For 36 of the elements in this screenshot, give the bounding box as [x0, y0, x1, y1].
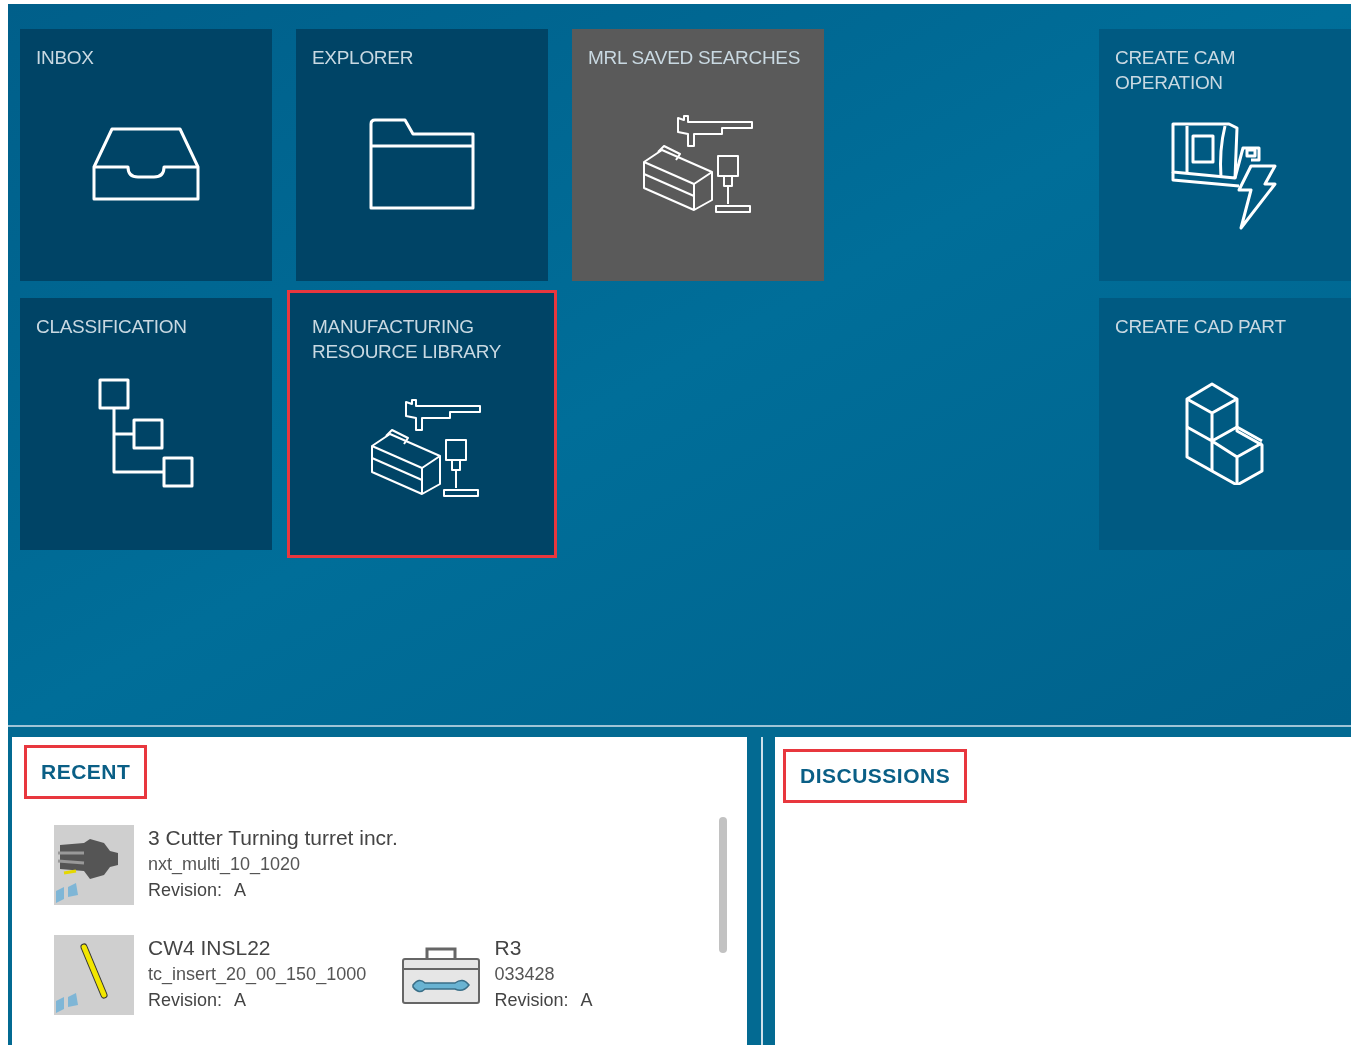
tile-label: CREATE CAM OPERATION [1115, 46, 1237, 95]
revision-label: Revision: [494, 988, 569, 1012]
revision-value: A [580, 988, 593, 1012]
item-title[interactable]: 3 Cutter Turning turret incr. [148, 824, 398, 851]
cubes-icon [1185, 380, 1265, 485]
tile-label: CREATE CAD PART [1115, 315, 1286, 339]
item-id: nxt_multi_10_1020 [148, 852, 302, 877]
tile-label: MRL SAVED SEARCHES [588, 46, 801, 70]
tile-label: EXPLORER [312, 46, 414, 70]
item-title[interactable]: R3 [494, 934, 593, 961]
revision-label: Revision: [148, 988, 223, 1012]
item-id: 033428 [494, 962, 556, 986]
tile-label: CLASSIFICATION [36, 315, 187, 339]
turret-thumbnail-icon [54, 824, 134, 905]
app-tile[interactable]: CREATE CAD PART [1099, 298, 1351, 550]
folder-icon [369, 117, 475, 210]
app-tile[interactable]: MRL SAVED SEARCHES [572, 29, 824, 281]
insert-thumbnail-icon [54, 934, 134, 1015]
app-tile[interactable]: INBOX [20, 29, 272, 281]
panel-heading: DISCUSSIONS [783, 749, 968, 803]
scrollbar[interactable] [719, 817, 727, 953]
app-tile[interactable]: EXPLORER [296, 29, 548, 281]
app-tile[interactable]: CREATE CAM OPERATION [1099, 29, 1351, 281]
revision-value: A [234, 988, 247, 1012]
revision-value: A [234, 878, 247, 902]
revision-label: Revision: [148, 878, 223, 902]
item-title[interactable]: CW4 INSL22 [148, 934, 367, 961]
panel-heading: RECENT [24, 745, 148, 799]
tile-label: INBOX [36, 46, 94, 70]
app-tile[interactable]: MANUFACTURING RESOURCE LIBRARY [289, 292, 555, 556]
hierarchy-icon [98, 377, 194, 488]
app-tile[interactable]: CLASSIFICATION [20, 298, 272, 550]
inbox-icon [92, 126, 200, 201]
toolbox-caliper-drill-icon [369, 396, 482, 500]
tile-label: MANUFACTURING RESOURCE LIBRARY [312, 315, 503, 364]
item-id: tc_insert_20_00_150_1000 [148, 962, 367, 987]
